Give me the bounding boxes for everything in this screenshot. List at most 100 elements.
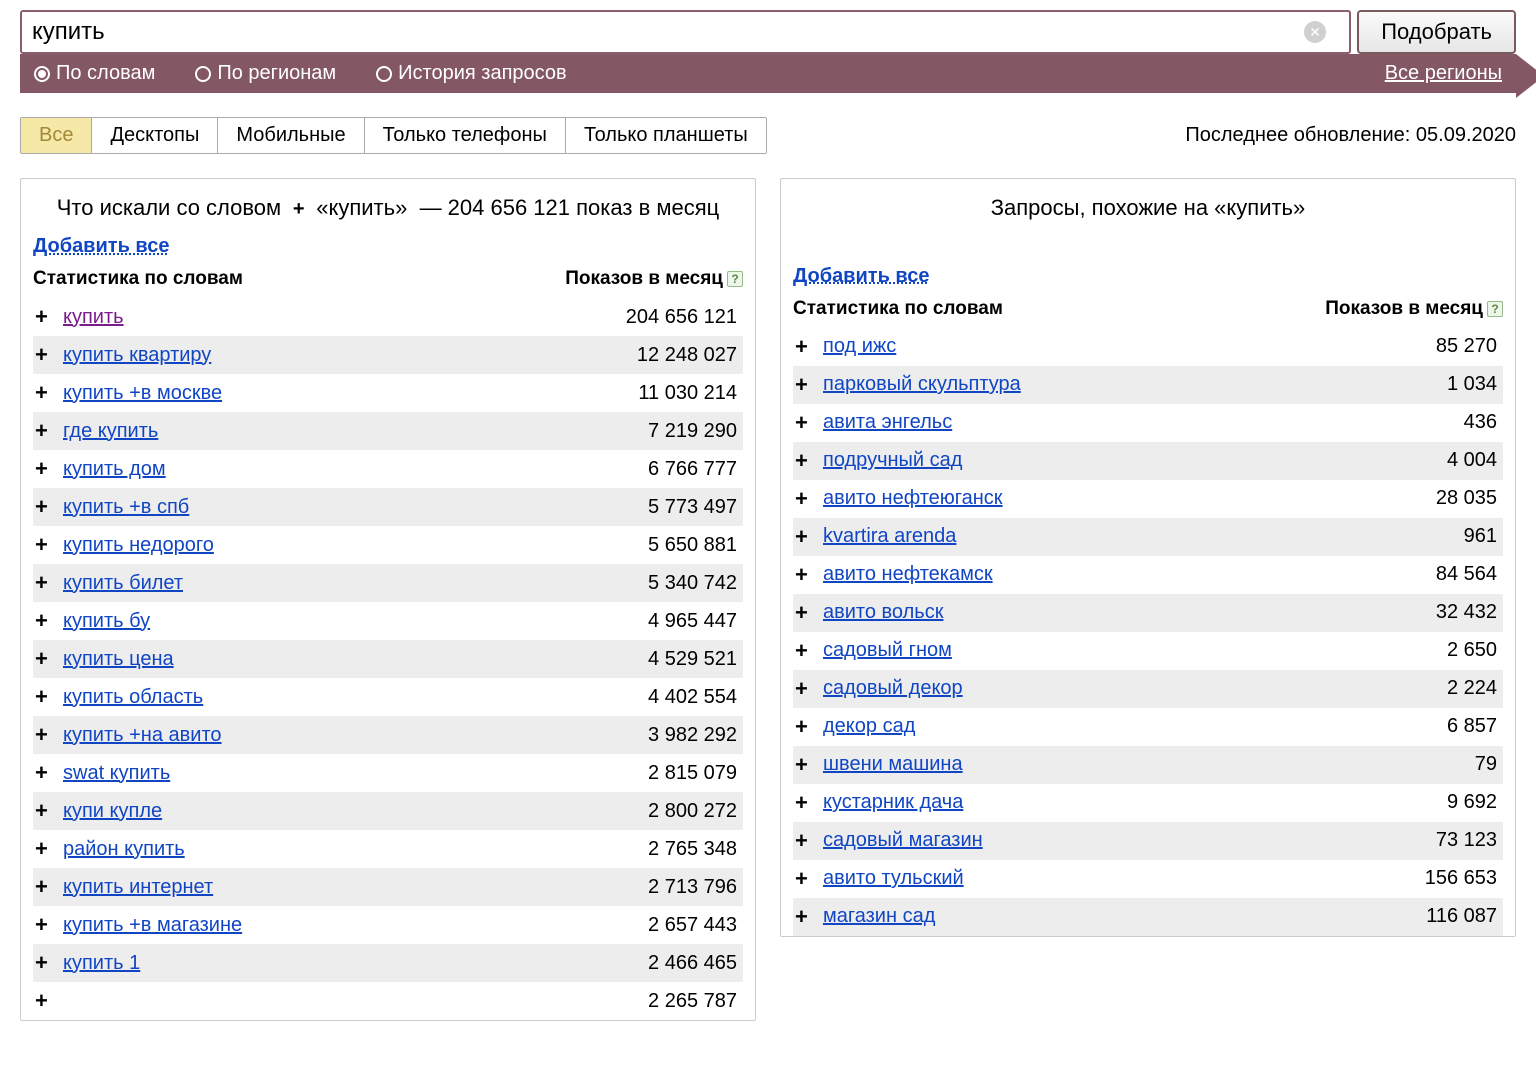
add-icon[interactable]: + <box>795 448 823 474</box>
keyword-link[interactable]: садовый декор <box>823 677 1447 700</box>
tab-all[interactable]: Все <box>21 118 92 153</box>
show-count: 3 982 292 <box>648 724 737 747</box>
keyword-link[interactable]: под ижс <box>823 335 1436 358</box>
add-icon[interactable]: + <box>35 722 63 748</box>
keyword-link[interactable]: купить 1 <box>63 952 648 975</box>
keyword-link[interactable]: садовый гном <box>823 639 1447 662</box>
add-icon[interactable]: + <box>35 912 63 938</box>
clear-icon[interactable]: ✕ <box>1304 21 1326 43</box>
add-all-link[interactable]: Добавить все <box>793 265 929 288</box>
show-count: 7 219 290 <box>648 420 737 443</box>
table-row: +купить +в спб5 773 497 <box>33 488 743 526</box>
table-row: +садовый магазин73 123 <box>793 822 1503 860</box>
add-icon[interactable]: + <box>795 638 823 664</box>
keyword-link[interactable]: купить билет <box>63 572 648 595</box>
keyword-link[interactable]: купить интернет <box>63 876 648 899</box>
add-icon[interactable]: + <box>795 828 823 854</box>
add-icon[interactable]: + <box>795 904 823 930</box>
add-icon[interactable]: + <box>795 334 823 360</box>
add-icon[interactable]: + <box>35 874 63 900</box>
table-row: +авито нефтекамск84 564 <box>793 556 1503 594</box>
search-input[interactable] <box>20 10 1351 54</box>
keyword-link[interactable]: купить бу <box>63 610 648 633</box>
add-icon[interactable]: + <box>795 410 823 436</box>
tab-phones[interactable]: Только телефоны <box>365 118 566 153</box>
keyword-link[interactable]: купить +в москве <box>63 382 638 405</box>
add-icon[interactable]: + <box>35 836 63 862</box>
add-icon[interactable]: + <box>35 988 63 1014</box>
add-all-link[interactable]: Добавить все <box>33 235 169 258</box>
add-icon[interactable]: + <box>795 562 823 588</box>
show-count: 85 270 <box>1436 335 1497 358</box>
add-icon[interactable]: + <box>35 608 63 634</box>
help-icon[interactable]: ? <box>1487 301 1503 317</box>
add-icon[interactable]: + <box>35 532 63 558</box>
keyword-link[interactable]: купить дом <box>63 458 648 481</box>
add-icon[interactable]: + <box>795 676 823 702</box>
keyword-link[interactable]: купи купле <box>63 800 648 823</box>
add-icon[interactable]: + <box>795 372 823 398</box>
panel-title: Что искали со словом + «купить» — 204 65… <box>33 189 743 235</box>
add-icon[interactable]: + <box>35 760 63 786</box>
tab-mobile[interactable]: Мобильные <box>218 118 364 153</box>
add-icon[interactable]: + <box>795 790 823 816</box>
keyword-link[interactable]: авито тульский <box>823 867 1425 890</box>
add-icon[interactable]: + <box>795 866 823 892</box>
keyword-link[interactable]: подручный сад <box>823 449 1447 472</box>
keyword-link[interactable]: swat купить <box>63 762 648 785</box>
add-icon[interactable]: + <box>795 714 823 740</box>
keyword-link[interactable]: авита энгельс <box>823 411 1464 434</box>
filter-label: По регионам <box>217 62 336 85</box>
keyword-link[interactable]: купить область <box>63 686 648 709</box>
keyword-link[interactable]: авито нефтекамск <box>823 563 1436 586</box>
keyword-link[interactable]: авито вольск <box>823 601 1436 624</box>
show-count: 84 564 <box>1436 563 1497 586</box>
keyword-link[interactable]: купить <box>63 306 626 329</box>
filter-history[interactable]: История запросов <box>376 62 566 85</box>
keyword-link[interactable]: купить недорого <box>63 534 648 557</box>
show-count: 12 248 027 <box>637 344 737 367</box>
add-icon[interactable]: + <box>35 646 63 672</box>
add-icon[interactable]: + <box>795 486 823 512</box>
table-row: +декор сад6 857 <box>793 708 1503 746</box>
filter-by-regions[interactable]: По регионам <box>195 62 336 85</box>
keyword-link[interactable]: авито нефтеюганск <box>823 487 1436 510</box>
keyword-link[interactable]: купить цена <box>63 648 648 671</box>
keyword-link[interactable]: парковый скульптура <box>823 373 1447 396</box>
filter-label: По словам <box>56 62 155 85</box>
add-icon[interactable]: + <box>35 494 63 520</box>
show-count: 5 340 742 <box>648 572 737 595</box>
add-icon[interactable]: + <box>795 752 823 778</box>
keyword-link[interactable]: купить +в спб <box>63 496 648 519</box>
tab-tablets[interactable]: Только планшеты <box>566 118 766 153</box>
keyword-link[interactable]: купить квартиру <box>63 344 637 367</box>
add-icon[interactable]: + <box>35 380 63 406</box>
col-header-count: Показов в месяц <box>1325 298 1483 320</box>
keyword-link[interactable]: садовый магазин <box>823 829 1436 852</box>
all-regions-link[interactable]: Все регионы <box>1385 62 1502 85</box>
add-icon[interactable]: + <box>35 950 63 976</box>
add-icon[interactable]: + <box>35 570 63 596</box>
keyword-link[interactable]: купить +на авито <box>63 724 648 747</box>
keyword-link[interactable]: купить +в магазине <box>63 914 648 937</box>
keyword-link[interactable]: кустарник дача <box>823 791 1447 814</box>
filter-by-words[interactable]: По словам <box>34 62 155 85</box>
add-icon[interactable]: + <box>795 600 823 626</box>
keyword-link[interactable]: kvartira arenda <box>823 525 1464 548</box>
keyword-link[interactable]: магазин сад <box>823 905 1426 928</box>
keyword-link[interactable]: район купить <box>63 838 648 861</box>
submit-button[interactable]: Подобрать <box>1357 10 1516 54</box>
add-icon[interactable]: + <box>795 524 823 550</box>
keyword-link[interactable]: где купить <box>63 420 648 443</box>
add-icon[interactable]: + <box>35 418 63 444</box>
add-icon[interactable]: + <box>35 342 63 368</box>
add-icon[interactable]: + <box>35 798 63 824</box>
add-icon[interactable]: + <box>35 684 63 710</box>
tab-desktops[interactable]: Десктопы <box>92 118 218 153</box>
keyword-link[interactable]: декор сад <box>823 715 1447 738</box>
help-icon[interactable]: ? <box>727 271 743 287</box>
add-icon[interactable]: + <box>35 456 63 482</box>
keyword-link[interactable]: швени машина <box>823 753 1475 776</box>
add-icon[interactable]: + <box>35 304 63 330</box>
show-count: 2 800 272 <box>648 800 737 823</box>
